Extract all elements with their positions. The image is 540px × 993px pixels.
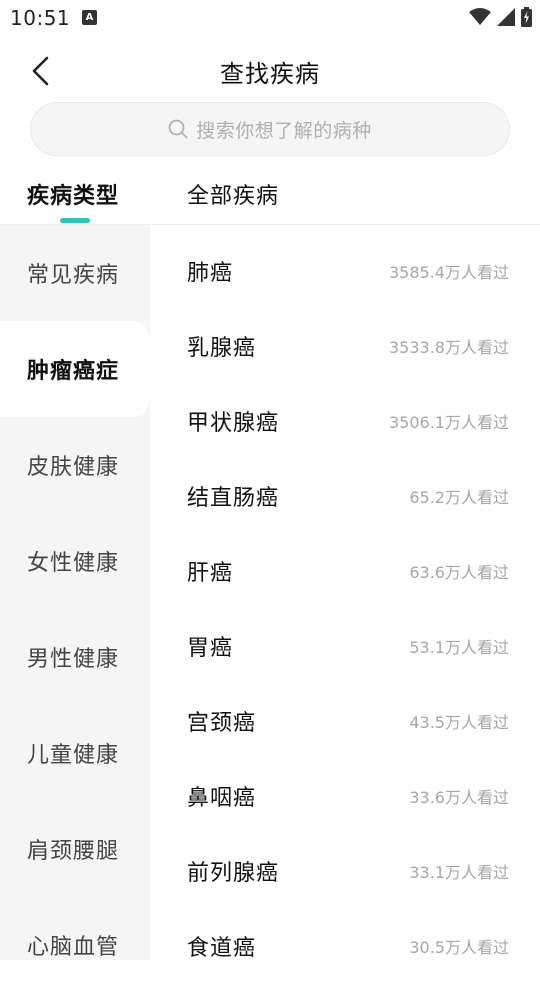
- search-icon: [168, 119, 188, 139]
- cellular-signal-icon: [497, 8, 515, 26]
- category-item-common-diseases[interactable]: 常见疾病: [0, 225, 150, 321]
- disease-name: 前列腺癌: [187, 860, 280, 886]
- disease-row-esophageal-cancer[interactable]: 食道癌 30.5万人看过: [150, 908, 540, 983]
- view-count: 65.2万人看过: [409, 487, 509, 507]
- all-diseases-header: 全部疾病: [187, 184, 280, 209]
- category-label: 皮肤健康: [27, 455, 120, 480]
- wifi-icon: [469, 8, 491, 25]
- search-placeholder: 搜索你想了解的病种: [196, 119, 372, 142]
- view-count: 33.1万人看过: [409, 862, 509, 882]
- disease-row-stomach-cancer[interactable]: 胃癌 53.1万人看过: [150, 608, 540, 683]
- category-label: 男性健康: [27, 647, 120, 672]
- category-label: 女性健康: [27, 551, 120, 576]
- disease-name: 鼻咽癌: [187, 785, 257, 811]
- category-item-tumor-cancer[interactable]: 肿瘤癌症: [0, 321, 150, 417]
- category-item-neck-back-legs[interactable]: 肩颈腰腿: [0, 801, 150, 897]
- status-icons: [469, 6, 532, 28]
- view-count: 53.1万人看过: [409, 637, 509, 657]
- category-item-women-health[interactable]: 女性健康: [0, 513, 150, 609]
- category-label: 心脑血管: [27, 935, 120, 960]
- disease-row-lung-cancer[interactable]: 肺癌 3585.4万人看过: [150, 233, 540, 308]
- disease-name: 肝癌: [187, 560, 234, 586]
- category-label: 肿瘤癌症: [27, 359, 120, 384]
- disease-name: 宫颈癌: [187, 710, 257, 736]
- disease-row-prostate-cancer[interactable]: 前列腺癌 33.1万人看过: [150, 833, 540, 908]
- category-item-skin-health[interactable]: 皮肤健康: [0, 417, 150, 513]
- view-count: 43.5万人看过: [409, 712, 509, 732]
- page-title: 查找疾病: [220, 60, 320, 88]
- category-item-cardio-cerebral[interactable]: 心脑血管: [0, 897, 150, 993]
- battery-charging-icon: [521, 7, 532, 27]
- category-label: 常见疾病: [27, 263, 120, 288]
- view-count: 3585.4万人看过: [389, 262, 509, 282]
- view-count: 3506.1万人看过: [389, 412, 509, 432]
- disease-name: 肺癌: [187, 260, 234, 286]
- disease-row-thyroid-cancer[interactable]: 甲状腺癌 3506.1万人看过: [150, 383, 540, 458]
- disease-name: 食道癌: [187, 935, 257, 961]
- status-bar: 10:51 A: [0, 0, 540, 36]
- disease-row-liver-cancer[interactable]: 肝癌 63.6万人看过: [150, 533, 540, 608]
- notification-a-icon: A: [82, 10, 97, 25]
- category-label: 儿童健康: [27, 743, 120, 768]
- view-count: 3533.8万人看过: [389, 337, 509, 357]
- disease-name: 胃癌: [187, 635, 234, 661]
- disease-row-cervical-cancer[interactable]: 宫颈癌 43.5万人看过: [150, 683, 540, 758]
- category-item-child-health[interactable]: 儿童健康: [0, 705, 150, 801]
- disease-name: 乳腺癌: [187, 335, 257, 361]
- active-tab-indicator: [60, 218, 90, 223]
- disease-row-breast-cancer[interactable]: 乳腺癌 3533.8万人看过: [150, 308, 540, 383]
- status-time: 10:51: [10, 6, 71, 30]
- disease-name: 甲状腺癌: [187, 410, 280, 436]
- view-count: 33.6万人看过: [409, 787, 509, 807]
- view-count: 63.6万人看过: [409, 562, 509, 582]
- category-item-men-health[interactable]: 男性健康: [0, 609, 150, 705]
- disease-name: 结直肠癌: [187, 485, 280, 511]
- search-input[interactable]: 搜索你想了解的病种: [30, 102, 510, 156]
- disease-row-nasopharyngeal-cancer[interactable]: 鼻咽癌 33.6万人看过: [150, 758, 540, 833]
- category-type-header[interactable]: 疾病类型: [27, 178, 119, 210]
- view-count: 30.5万人看过: [409, 937, 509, 957]
- disease-row-colorectal-cancer[interactable]: 结直肠癌 65.2万人看过: [150, 458, 540, 533]
- category-label: 肩颈腰腿: [27, 839, 120, 864]
